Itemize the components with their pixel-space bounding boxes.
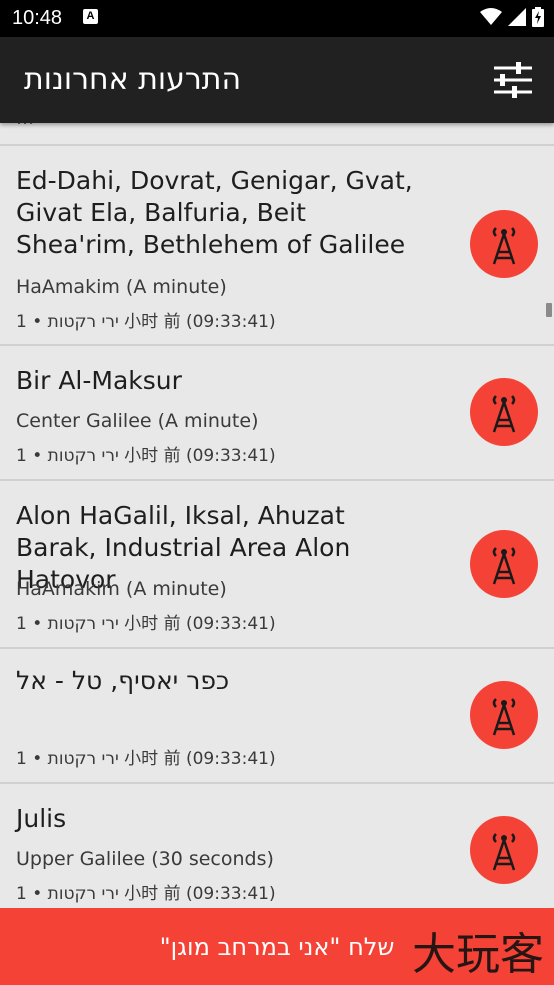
- alert-title: Bir Al-Maksur: [16, 366, 182, 395]
- list-item[interactable]: Alon HaGalil, Iksal, Ahuzat Barak, Indus…: [0, 481, 554, 647]
- battery-charging-icon: [532, 7, 544, 27]
- watermark: 大玩客: [412, 929, 544, 980]
- alert-region: HaAmakim (A minute): [16, 276, 227, 298]
- radio-tower-icon: [492, 833, 516, 871]
- list-item[interactable]: Bir Al-Maksur Center Galilee (A minute) …: [0, 346, 554, 479]
- im-in-shelter-label: שלח "אני במרחב מוגן": [159, 932, 395, 961]
- page-title: התרעות אחרונות: [24, 62, 242, 97]
- alert-action-button[interactable]: [470, 530, 538, 598]
- wifi-icon: [480, 8, 502, 25]
- alert-action-button[interactable]: [470, 816, 538, 884]
- app-bar: התרעות אחרונות: [0, 37, 554, 123]
- alert-title: Ed-Dahi, Dovrat, Genigar, Gvat, Givat El…: [16, 166, 413, 259]
- alert-region: HaAmakim (A minute): [16, 578, 227, 600]
- alert-meta: ירי רקטות • 1 小时 前 (09:33:41): [16, 312, 276, 332]
- list-item[interactable]: כפר יאסיף, טל - אל ירי רקטות • 1 小时 前 (0…: [0, 649, 554, 782]
- status-bar: 10:48 A: [0, 0, 554, 37]
- radio-tower-icon: [492, 395, 516, 433]
- alert-title: Julis: [16, 804, 67, 833]
- alert-region: Upper Galilee (30 seconds): [16, 848, 274, 870]
- alert-action-button[interactable]: [470, 210, 538, 278]
- notification-icon: A: [83, 9, 98, 24]
- alert-title: כפר יאסיף, טל - אל: [16, 666, 230, 695]
- radio-tower-icon: [492, 227, 516, 265]
- alert-meta: ירי רקטות • 1 小时 前 (09:33:41): [16, 749, 276, 769]
- scrollbar-thumb[interactable]: [546, 303, 552, 317]
- status-icons: [480, 7, 544, 27]
- status-time: 10:48: [12, 7, 63, 29]
- radio-tower-icon: [492, 698, 516, 736]
- alerts-list[interactable]: ... Ed-Dahi, Dovrat, Genigar, Gvat, Giva…: [0, 123, 554, 908]
- radio-tower-icon: [492, 547, 516, 585]
- list-item[interactable]: Julis Upper Galilee (30 seconds) ירי רקט…: [0, 784, 554, 908]
- list-item[interactable]: Ed-Dahi, Dovrat, Genigar, Gvat, Givat El…: [0, 146, 554, 344]
- previous-item-peek: ...: [16, 123, 34, 129]
- signal-icon: [508, 8, 526, 26]
- alert-region: Center Galilee (A minute): [16, 410, 259, 432]
- alert-action-button[interactable]: [470, 378, 538, 446]
- alert-meta: ירי רקטות • 1 小时 前 (09:33:41): [16, 614, 276, 634]
- im-in-shelter-button[interactable]: שלח "אני במרחב מוגן" 大玩客: [0, 908, 554, 985]
- alert-meta: ירי רקטות • 1 小时 前 (09:33:41): [16, 446, 276, 466]
- tune-sliders-icon: [494, 62, 532, 98]
- filter-settings-button[interactable]: [492, 59, 534, 101]
- alert-meta: ירי רקטות • 1 小时 前 (09:33:41): [16, 884, 276, 904]
- alert-action-button[interactable]: [470, 681, 538, 749]
